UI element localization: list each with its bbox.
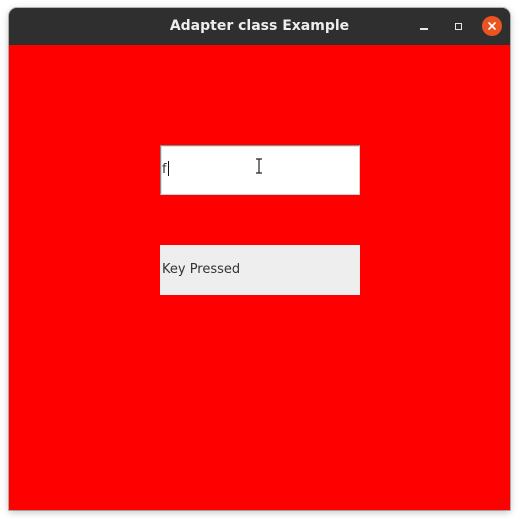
close-icon	[488, 22, 496, 30]
ibeam-cursor-icon	[256, 158, 262, 174]
window-title: Adapter class Example	[169, 18, 350, 34]
title-bar[interactable]: Adapter class Example	[9, 8, 510, 45]
maximize-button[interactable]	[448, 16, 468, 36]
status-label: Key Pressed	[160, 245, 360, 295]
app-window: Adapter class Example f Key Pressed	[9, 8, 510, 510]
close-button[interactable]	[482, 16, 502, 36]
content-panel: f Key Pressed	[9, 45, 510, 510]
text-input[interactable]: f	[160, 145, 360, 195]
minimize-icon	[420, 28, 428, 30]
maximize-icon	[454, 22, 462, 30]
text-caret	[167, 161, 169, 176]
minimize-button[interactable]	[414, 16, 434, 36]
text-input-value: f	[162, 162, 167, 177]
